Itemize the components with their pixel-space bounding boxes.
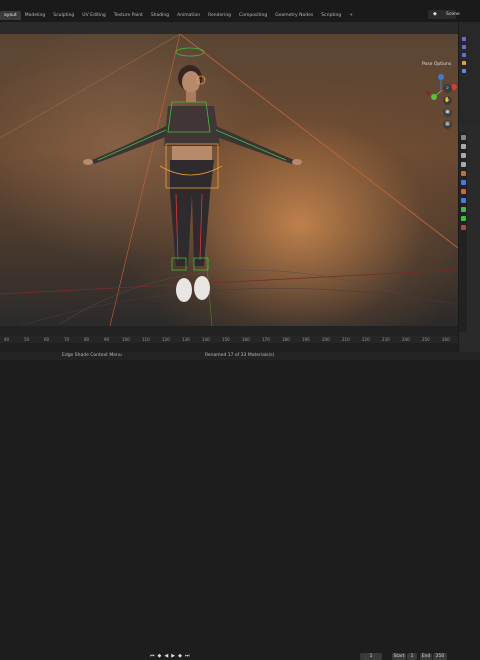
ruler-tick: 230 (382, 337, 390, 342)
tab-layout[interactable]: ayout (0, 11, 21, 20)
tab-uv-editing[interactable]: UV Editing (78, 11, 109, 20)
object-tab-icon[interactable] (460, 171, 466, 176)
scene-icon: ◆ (433, 11, 437, 17)
ruler-tick: 200 (322, 337, 330, 342)
current-frame-field[interactable]: 1 (360, 653, 382, 660)
top-menu-bar: ayout Modeling Sculpting UV Editing Text… (0, 0, 480, 22)
ruler-tick: 110 (142, 337, 150, 342)
ruler-tick: 40 (4, 337, 10, 342)
properties-tabs (459, 132, 467, 332)
hand-icon[interactable]: ✋ (443, 96, 452, 105)
properties-panel (458, 126, 480, 352)
render-tab-icon[interactable] (460, 144, 466, 149)
tab-shading[interactable]: Shading (147, 11, 173, 20)
tab-sculpting[interactable]: Sculpting (49, 11, 78, 20)
ruler-tick: 220 (362, 337, 370, 342)
head-control-bone (175, 47, 205, 57)
bone-tab-icon[interactable] (460, 216, 466, 221)
outliner-panel (458, 22, 480, 126)
material-tab-icon[interactable] (460, 225, 466, 230)
ruler-tick: 210 (342, 337, 350, 342)
timeline-ruler[interactable]: 40 50 60 70 80 90 100 110 120 130 140 15… (0, 336, 458, 343)
timeline-header: ⏮ ◆ ◀ ▶ ◆ ⏭ 1 Start 1 End 250 (0, 326, 458, 660)
ruler-tick: 260 (442, 337, 450, 342)
ruler-tick: 100 (122, 337, 130, 342)
ruler-tick: 180 (282, 337, 290, 342)
ruler-tick: 80 (84, 337, 90, 342)
status-bar: Edge Shade Context Menu Renamed 17 of 33… (0, 352, 480, 360)
modifier-tab-icon[interactable] (460, 180, 466, 185)
keyframe-prev-icon[interactable]: ◆ (158, 653, 162, 659)
tool-tab-icon[interactable] (460, 135, 466, 140)
start-label: Start (392, 653, 406, 660)
ruler-tick: 70 (64, 337, 70, 342)
tab-geometry-nodes[interactable]: Geometry Nodes (271, 11, 317, 20)
armature-tab-icon[interactable] (460, 207, 466, 212)
outliner-item[interactable] (462, 52, 480, 58)
3d-viewport[interactable]: Pose Options ⌕ ✋ ▣ ▦ (0, 34, 458, 326)
particles-tab-icon[interactable] (460, 189, 466, 194)
ruler-tick: 130 (182, 337, 190, 342)
ruler-tick: 50 (24, 337, 30, 342)
tab-compositing[interactable]: Compositing (235, 11, 271, 20)
outliner-item[interactable] (462, 68, 480, 74)
ruler-tick: 60 (44, 337, 50, 342)
ruler-tick: 240 (402, 337, 410, 342)
end-frame-field[interactable]: 250 (433, 653, 447, 660)
outliner-item[interactable] (462, 60, 480, 66)
camera-frustum-line (109, 34, 181, 326)
camera-frustum-line (0, 34, 181, 139)
viewport-scene (0, 34, 458, 326)
tab-texture-paint[interactable]: Texture Paint (110, 11, 147, 20)
dopesheet-area[interactable] (0, 343, 458, 352)
ruler-tick: 140 (202, 337, 210, 342)
output-tab-icon[interactable] (460, 153, 466, 158)
jump-start-icon[interactable]: ⏮ (150, 653, 155, 659)
tab-rendering[interactable]: Rendering (204, 11, 235, 20)
play-icon[interactable]: ▶ (171, 653, 175, 659)
pose-options-dropdown[interactable]: Pose Options (422, 62, 451, 67)
play-reverse-icon[interactable]: ◀ (164, 653, 168, 659)
right-arm-bone (215, 129, 287, 161)
jump-end-icon[interactable]: ⏭ (185, 653, 190, 659)
tab-scripting[interactable]: Scripting (317, 11, 345, 20)
keyframe-next-icon[interactable]: ◆ (178, 653, 182, 659)
status-message: Renamed 17 of 33 Materials(s) (205, 353, 275, 358)
x-axis-line (0, 269, 458, 295)
navigation-gizmo[interactable] (424, 74, 458, 108)
camera-icon[interactable]: ▣ (443, 108, 452, 117)
character-model (83, 65, 302, 302)
end-label: End (420, 653, 432, 660)
ruler-tick: 160 (242, 337, 250, 342)
outliner-item[interactable] (462, 44, 480, 50)
physics-tab-icon[interactable] (460, 198, 466, 203)
grid-icon[interactable]: ▦ (443, 120, 452, 129)
workspace-tabs: ayout Modeling Sculpting UV Editing Text… (0, 11, 357, 20)
ruler-tick: 90 (104, 337, 110, 342)
tab-modeling[interactable]: Modeling (21, 11, 49, 20)
view-layer-tab-icon[interactable] (460, 162, 466, 167)
ruler-tick: 150 (222, 337, 230, 342)
add-workspace-button[interactable]: + (345, 11, 357, 20)
ruler-tick: 170 (262, 337, 270, 342)
left-arm-bone (97, 129, 167, 161)
ruler-tick: 190 (302, 337, 310, 342)
tab-animation[interactable]: Animation (173, 11, 204, 20)
status-hint: Edge Shade Context Menu (62, 353, 122, 358)
start-frame-field[interactable]: 1 (407, 653, 417, 660)
viewport-header: ⟲ Global ⊙ ⌖ (0, 22, 458, 54)
playback-controls: ⏮ ◆ ◀ ▶ ◆ ⏭ (150, 653, 189, 659)
outliner-item[interactable] (462, 36, 480, 42)
search-icon[interactable]: ⌕ (443, 84, 452, 93)
ruler-tick: 250 (422, 337, 430, 342)
camera-frustum-line (179, 34, 458, 249)
ruler-tick: 120 (162, 337, 170, 342)
